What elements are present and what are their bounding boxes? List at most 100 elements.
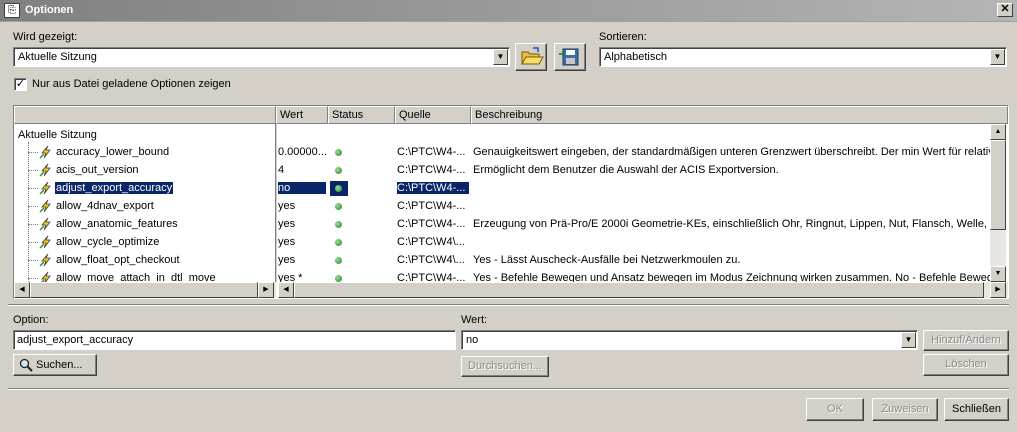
status-ok-icon: [335, 275, 342, 282]
open-file-button[interactable]: [515, 43, 547, 71]
option-source: C:\PTC\W4\...: [397, 254, 465, 266]
delete-button[interactable]: Löschen: [923, 354, 1009, 376]
options-table: Wert Status Quelle Beschreibung Aktuelle…: [13, 105, 1009, 299]
title-bar[interactable]: ⎘ Optionen ✕: [0, 0, 1017, 22]
apply-button[interactable]: Zuweisen: [872, 398, 938, 421]
sort-select-value: Alphabetisch: [604, 51, 667, 63]
shown-select[interactable]: Aktuelle Sitzung ▼: [13, 47, 510, 67]
loaded-only-label: Nur aus Datei geladene Optionen zeigen: [32, 78, 231, 90]
option-description: Genauigkeitswert eingeben, der standardm…: [473, 146, 990, 158]
option-name: allow_4dnav_export: [56, 200, 154, 212]
status-cell: [330, 199, 348, 214]
window-title: Optionen: [25, 4, 74, 16]
tree-root[interactable]: Aktuelle Sitzung: [18, 129, 97, 141]
status-ok-icon: [335, 239, 342, 246]
option-bolt-icon: [39, 163, 53, 177]
option-label: Option:: [13, 314, 49, 326]
option-bolt-icon: [39, 181, 53, 195]
chevron-down-icon[interactable]: ▼: [901, 332, 916, 348]
save-file-button[interactable]: [554, 43, 586, 71]
close-icon[interactable]: ✕: [997, 3, 1013, 17]
option-name: allow_cycle_optimize: [56, 236, 160, 248]
scroll-down-icon[interactable]: ▼: [990, 266, 1006, 282]
scroll-left-icon[interactable]: ◀: [14, 282, 30, 298]
status-ok-icon: [335, 257, 342, 264]
tree-connector: [28, 242, 38, 243]
search-button-label: Suchen...: [36, 359, 83, 371]
option-value: yes: [278, 236, 296, 248]
option-source: C:\PTC\W4-...: [397, 182, 469, 194]
close-button[interactable]: Schließen: [944, 398, 1009, 421]
list-scroll-thumb[interactable]: [294, 282, 984, 298]
status-cell: [330, 145, 348, 160]
option-name: allow_anatomic_features: [56, 218, 178, 230]
chevron-down-icon[interactable]: ▼: [493, 49, 508, 65]
sort-label: Sortieren:: [599, 31, 647, 43]
column-header-value[interactable]: Wert: [276, 106, 328, 124]
column-header-description[interactable]: Beschreibung: [471, 106, 1008, 124]
tree-connector: [28, 278, 38, 279]
option-description: Yes - Lässt Auscheck-Ausfälle bei Netzwe…: [473, 254, 741, 266]
tree-connector: [28, 260, 38, 261]
status-ok-icon: [335, 167, 342, 174]
option-value: yes: [278, 200, 296, 212]
vertical-scrollbar[interactable]: ▲ ▼: [990, 124, 1006, 282]
table-row[interactable]: allow_cycle_optimize yes C:\PTC\W4\...: [14, 234, 990, 252]
value-label: Wert:: [461, 314, 488, 326]
scroll-right-icon[interactable]: ▶: [258, 282, 274, 298]
column-header-source[interactable]: Quelle: [395, 106, 471, 124]
status-cell: [330, 181, 348, 196]
folder-open-icon: [521, 47, 544, 65]
tree-scroll-thumb[interactable]: [30, 282, 258, 298]
list-horizontal-scrollbar[interactable]: ◀ ▶: [278, 282, 1008, 298]
option-bolt-icon: [39, 217, 53, 231]
sort-select[interactable]: Alphabetisch ▼: [599, 47, 1007, 67]
option-name: acis_out_version: [56, 164, 139, 176]
vertical-scroll-thumb[interactable]: [990, 140, 1006, 230]
tree-connector: [28, 152, 38, 153]
option-name: allow_float_opt_checkout: [56, 254, 180, 266]
status-cell: [330, 163, 348, 178]
tree-horizontal-scrollbar[interactable]: ◀ ▶: [14, 282, 276, 298]
scroll-up-icon[interactable]: ▲: [990, 124, 1006, 140]
value-select-value: no: [466, 334, 479, 346]
shown-label: Wird gezeigt:: [13, 31, 78, 43]
status-cell: [330, 235, 348, 250]
ok-button[interactable]: OK: [806, 398, 864, 421]
status-ok-icon: [335, 221, 342, 228]
option-description: Erzeugung von Prä-Pro/E 2000i Geometrie-…: [473, 218, 990, 230]
value-select[interactable]: no ▼: [461, 330, 918, 350]
table-row[interactable]: accuracy_lower_bound 0.00000... C:\PTC\W4-…: [14, 144, 990, 162]
option-input[interactable]: adjust_export_accuracy: [13, 330, 456, 350]
option-name: accuracy_lower_bound: [56, 146, 170, 158]
chevron-down-icon[interactable]: ▼: [990, 49, 1005, 65]
option-source: C:\PTC\W4-...: [397, 164, 466, 176]
separator: [8, 304, 1009, 306]
option-name: adjust_export_accuracy: [55, 182, 174, 194]
separator: [8, 388, 1009, 390]
option-bolt-icon: [39, 253, 53, 267]
scroll-right-icon[interactable]: ▶: [990, 282, 1006, 298]
search-button[interactable]: Suchen...: [13, 354, 97, 376]
option-bolt-icon: [39, 145, 53, 159]
table-row[interactable]: allow_anatomic_features yes C:\PTC\W4-... E…: [14, 216, 990, 234]
option-source: C:\PTC\W4\...: [397, 236, 465, 248]
browse-button[interactable]: Durchsuchen...: [461, 356, 549, 377]
option-value: yes: [278, 218, 296, 230]
table-row[interactable]: adjust_export_accuracy no C:\PTC\W4-...: [14, 180, 990, 198]
column-header-name[interactable]: [14, 106, 276, 124]
option-value: no: [278, 182, 326, 194]
table-row[interactable]: allow_4dnav_export yes C:\PTC\W4-...: [14, 198, 990, 216]
option-source: C:\PTC\W4-...: [397, 200, 466, 212]
option-input-value: adjust_export_accuracy: [17, 334, 134, 346]
column-header-status[interactable]: Status: [328, 106, 395, 124]
status-cell: [330, 217, 348, 232]
add-change-button[interactable]: Hinzuf/Ändern: [923, 330, 1009, 351]
option-source: C:\PTC\W4-...: [397, 146, 466, 158]
loaded-only-checkbox[interactable]: ✓: [14, 78, 27, 91]
option-source: C:\PTC\W4-...: [397, 218, 466, 230]
table-row[interactable]: allow_float_opt_checkout yes C:\PTC\W4\...…: [14, 252, 990, 270]
scroll-left-icon[interactable]: ◀: [278, 282, 294, 298]
table-row[interactable]: acis_out_version 4 C:\PTC\W4-... Ermöglicht…: [14, 162, 990, 180]
option-value: 4: [278, 164, 285, 176]
